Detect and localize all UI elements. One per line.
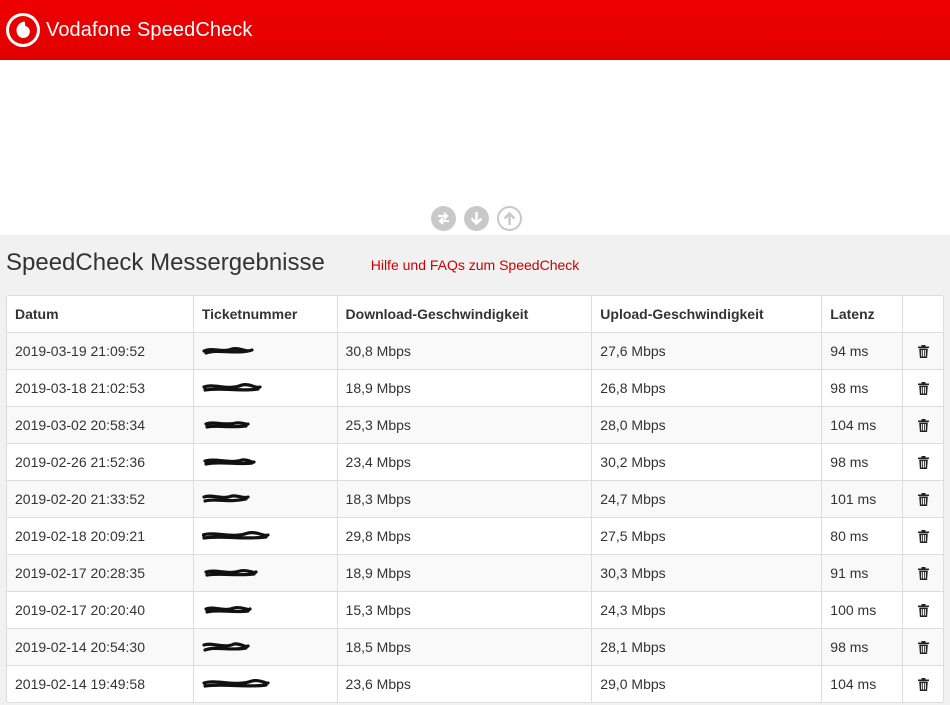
results-section: SpeedCheck Messergebnisse Datum Ticketnu… [0, 235, 950, 703]
column-header-date: Datum [7, 296, 194, 333]
speedcheck-panel: Hilfe und FAQs zum SpeedCheck [0, 60, 950, 273]
cell-download: 18,3 Mbps [337, 480, 593, 518]
cell-ticket-redacted [193, 591, 338, 629]
table-row: 2019-02-17 20:20:40 15,3 Mbps 24,3 Mbps 100… [7, 591, 943, 629]
cell-upload: 24,7 Mbps [591, 480, 823, 518]
download-icon [464, 206, 489, 231]
results-table: Datum Ticketnummer Download-Geschwindigk… [6, 295, 944, 703]
cell-download: 15,3 Mbps [337, 591, 593, 629]
column-header-latency: Latenz [821, 296, 904, 333]
app-header: Vodafone SpeedCheck [0, 0, 950, 60]
trash-icon[interactable] [917, 566, 929, 580]
cell-latency: 98 ms [821, 443, 904, 481]
cell-ticket-redacted [193, 332, 338, 370]
cell-ticket-redacted [193, 406, 338, 444]
delete-button[interactable] [902, 443, 943, 481]
cell-latency: 104 ms [821, 406, 904, 444]
table-row: 2019-03-02 20:58:34 25,3 Mbps 28,0 Mbps 104… [7, 406, 943, 444]
table-row: 2019-02-14 19:49:58 23,6 Mbps 29,0 Mbps 104… [7, 665, 943, 702]
vodafone-logo-icon [6, 13, 40, 47]
delete-button[interactable] [902, 406, 943, 444]
cell-upload: 28,1 Mbps [591, 628, 823, 666]
delete-button[interactable] [902, 480, 943, 518]
table-row: 2019-02-20 21:33:52 18,3 Mbps 24,7 Mbps 101… [7, 480, 943, 518]
column-header-actions [903, 296, 943, 333]
cell-date: 2019-02-17 20:28:35 [7, 554, 194, 592]
trash-icon[interactable] [917, 603, 929, 617]
table-row: 2019-02-14 20:54:30 18,5 Mbps 28,1 Mbps 98 … [7, 628, 943, 666]
cell-upload: 30,2 Mbps [591, 443, 823, 481]
trash-icon[interactable] [917, 381, 929, 395]
cell-latency: 80 ms [821, 517, 904, 555]
cell-download: 30,8 Mbps [337, 332, 593, 370]
cell-latency: 100 ms [821, 591, 904, 629]
cell-latency: 104 ms [821, 665, 904, 702]
cell-upload: 28,0 Mbps [591, 406, 823, 444]
cell-upload: 24,3 Mbps [591, 591, 823, 629]
cell-ticket-redacted [193, 665, 338, 702]
trash-icon[interactable] [917, 344, 929, 358]
delete-button[interactable] [902, 369, 943, 407]
cell-download: 18,5 Mbps [337, 628, 593, 666]
cell-ticket-redacted [193, 517, 338, 555]
cell-download: 23,6 Mbps [337, 665, 593, 702]
cell-upload: 27,5 Mbps [591, 517, 823, 555]
cell-date: 2019-02-26 21:52:36 [7, 443, 194, 481]
trash-icon[interactable] [917, 640, 929, 654]
cell-date: 2019-02-17 20:20:40 [7, 591, 194, 629]
delete-button[interactable] [902, 517, 943, 555]
delete-button[interactable] [902, 554, 943, 592]
cell-date: 2019-03-19 21:09:52 [7, 332, 194, 370]
table-row: 2019-03-18 21:02:53 18,9 Mbps 26,8 Mbps 98 … [7, 369, 943, 407]
cell-upload: 27,6 Mbps [591, 332, 823, 370]
cell-ticket-redacted [193, 628, 338, 666]
table-row: 2019-02-17 20:28:35 18,9 Mbps 30,3 Mbps 91 … [7, 554, 943, 592]
trash-icon[interactable] [917, 455, 929, 469]
cell-ticket-redacted [193, 554, 338, 592]
column-header-download: Download-Geschwindigkeit [337, 296, 593, 333]
trash-icon[interactable] [917, 677, 929, 691]
ping-icon [431, 206, 456, 231]
status-icons [431, 206, 522, 231]
cell-date: 2019-03-02 20:58:34 [7, 406, 194, 444]
cell-latency: 101 ms [821, 480, 904, 518]
trash-icon[interactable] [917, 418, 929, 432]
cell-ticket-redacted [193, 443, 338, 481]
cell-download: 18,9 Mbps [337, 554, 593, 592]
app-title: Vodafone SpeedCheck [46, 18, 253, 41]
help-faq-link[interactable]: Hilfe und FAQs zum SpeedCheck [0, 257, 950, 273]
delete-button[interactable] [902, 591, 943, 629]
cell-ticket-redacted [193, 480, 338, 518]
cell-download: 25,3 Mbps [337, 406, 593, 444]
trash-icon[interactable] [917, 492, 929, 506]
upload-icon [497, 206, 522, 231]
column-header-upload: Upload-Geschwindigkeit [591, 296, 823, 333]
cell-date: 2019-02-18 20:09:21 [7, 517, 194, 555]
table-row: 2019-02-18 20:09:21 29,8 Mbps 27,5 Mbps 80 … [7, 517, 943, 555]
delete-button[interactable] [902, 332, 943, 370]
table-header-row: Datum Ticketnummer Download-Geschwindigk… [7, 296, 943, 333]
delete-button[interactable] [902, 628, 943, 666]
cell-upload: 29,0 Mbps [591, 665, 823, 702]
cell-latency: 94 ms [821, 332, 904, 370]
cell-date: 2019-02-14 20:54:30 [7, 628, 194, 666]
cell-upload: 30,3 Mbps [591, 554, 823, 592]
cell-latency: 98 ms [821, 628, 904, 666]
cell-upload: 26,8 Mbps [591, 369, 823, 407]
table-row: 2019-03-19 21:09:52 30,8 Mbps 27,6 Mbps 94 … [7, 332, 943, 370]
cell-date: 2019-02-20 21:33:52 [7, 480, 194, 518]
trash-icon[interactable] [917, 529, 929, 543]
cell-download: 18,9 Mbps [337, 369, 593, 407]
cell-latency: 91 ms [821, 554, 904, 592]
column-header-ticket: Ticketnummer [193, 296, 338, 333]
cell-download: 29,8 Mbps [337, 517, 593, 555]
cell-date: 2019-02-14 19:49:58 [7, 665, 194, 702]
table-row: 2019-02-26 21:52:36 23,4 Mbps 30,2 Mbps 98 … [7, 443, 943, 481]
cell-download: 23,4 Mbps [337, 443, 593, 481]
cell-date: 2019-03-18 21:02:53 [7, 369, 194, 407]
cell-ticket-redacted [193, 369, 338, 407]
delete-button[interactable] [902, 665, 943, 702]
cell-latency: 98 ms [821, 369, 904, 407]
